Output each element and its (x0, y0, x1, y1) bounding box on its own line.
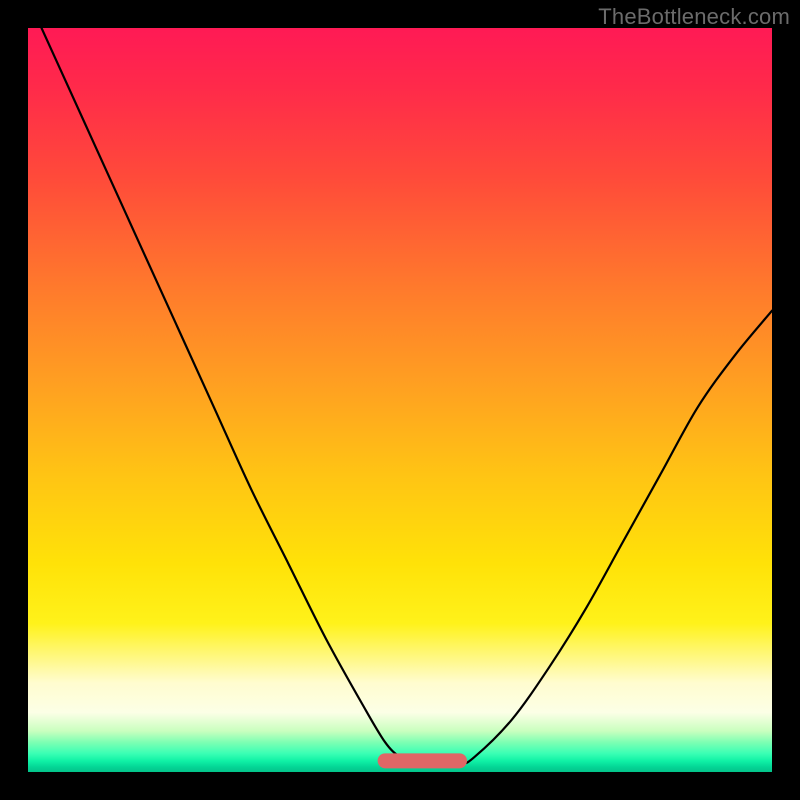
bottleneck-curve (28, 28, 772, 765)
chart-frame: TheBottleneck.com (0, 0, 800, 800)
chart-svg (28, 28, 772, 772)
plot-area (28, 28, 772, 772)
watermark-text: TheBottleneck.com (598, 4, 790, 30)
